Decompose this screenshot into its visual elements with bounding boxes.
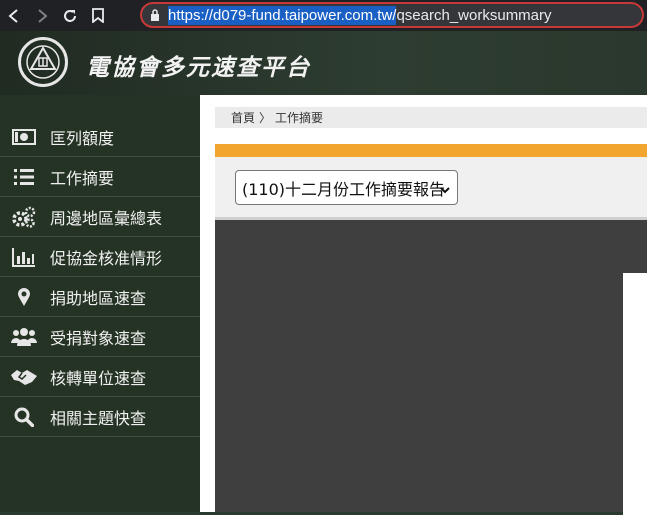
site-header: 電協會多元速查平台 (0, 31, 647, 95)
url-text[interactable]: https://d079-fund.taipower.com.tw/qsearc… (168, 5, 552, 25)
url-rest: qsearch_worksummary (396, 6, 552, 24)
reload-icon[interactable] (56, 0, 84, 31)
breadcrumb-current: 工作摘要 (275, 111, 324, 125)
sidebar-item-label: 核轉單位速查 (50, 368, 147, 388)
url-selected: https://d079-fund.taipower.com.tw/ (168, 5, 397, 25)
forward-icon[interactable] (28, 0, 56, 31)
sidebar-item-approval-status[interactable]: 促協金核准情形 (0, 237, 200, 277)
cogs-icon (10, 205, 38, 229)
sidebar-item-label: 匡列額度 (50, 128, 115, 148)
breadcrumb-home[interactable]: 首頁 (231, 109, 255, 126)
report-toolbar: (110)十二月份工作摘要報告 (215, 157, 647, 217)
sidebar-item-label: 相關主題快查 (50, 408, 147, 428)
bar-chart-icon (10, 245, 38, 269)
sidebar-item-quota[interactable]: 匡列額度 (0, 117, 200, 157)
list-icon (10, 165, 38, 189)
sidebar-item-work-summary[interactable]: 工作摘要 (0, 157, 200, 197)
handshake-icon (10, 365, 38, 389)
sidebar-item-label: 捐助地區速查 (50, 288, 147, 308)
breadcrumb-separator: 〉 (259, 111, 272, 125)
money-icon (10, 125, 38, 149)
sidebar-item-donation-area[interactable]: 捐助地區速查 (0, 277, 200, 317)
site-title: 電協會多元速查平台 (86, 55, 311, 81)
sidebar-item-label: 周邊地區彙總表 (50, 208, 163, 228)
sidebar-item-recipients[interactable]: 受捐對象速查 (0, 317, 200, 357)
users-icon (10, 325, 38, 349)
sidebar-item-area-summary[interactable]: 周邊地區彙總表 (0, 197, 200, 237)
bookmark-icon[interactable] (84, 0, 112, 31)
sidebar-item-label: 工作摘要 (50, 168, 115, 188)
taipower-logo-icon[interactable] (18, 37, 68, 87)
section-accent-bar (215, 144, 647, 157)
sidebar-item-transfer-units[interactable]: 核轉單位速查 (0, 357, 200, 397)
sidebar-item-topic-search[interactable]: 相關主題快查 (0, 397, 200, 437)
pdf-viewer[interactable] (215, 217, 647, 515)
breadcrumb: 首頁 〉 工作摘要 (215, 107, 647, 128)
back-icon[interactable] (0, 0, 28, 31)
main-content: 首頁 〉 工作摘要 (110)十二月份工作摘要報告 (200, 95, 647, 515)
address-bar[interactable]: https://d079-fund.taipower.com.tw/qsearc… (140, 2, 644, 28)
document-page (623, 273, 647, 515)
search-icon (10, 405, 38, 429)
sidebar: 匡列額度 工作摘要 周邊地區彙總表 促協金核准情形 捐助地區速查 受捐對象速查 (0, 95, 200, 512)
browser-toolbar: https://d079-fund.taipower.com.tw/qsearc… (0, 0, 647, 31)
report-select[interactable]: (110)十二月份工作摘要報告 (235, 170, 458, 205)
sidebar-item-label: 受捐對象速查 (50, 328, 147, 348)
chevron-down-icon (439, 181, 451, 200)
lock-icon (142, 9, 168, 21)
report-select-value: (110)十二月份工作摘要報告 (242, 179, 446, 199)
map-pin-icon (10, 285, 38, 309)
sidebar-item-label: 促協金核准情形 (50, 248, 163, 268)
